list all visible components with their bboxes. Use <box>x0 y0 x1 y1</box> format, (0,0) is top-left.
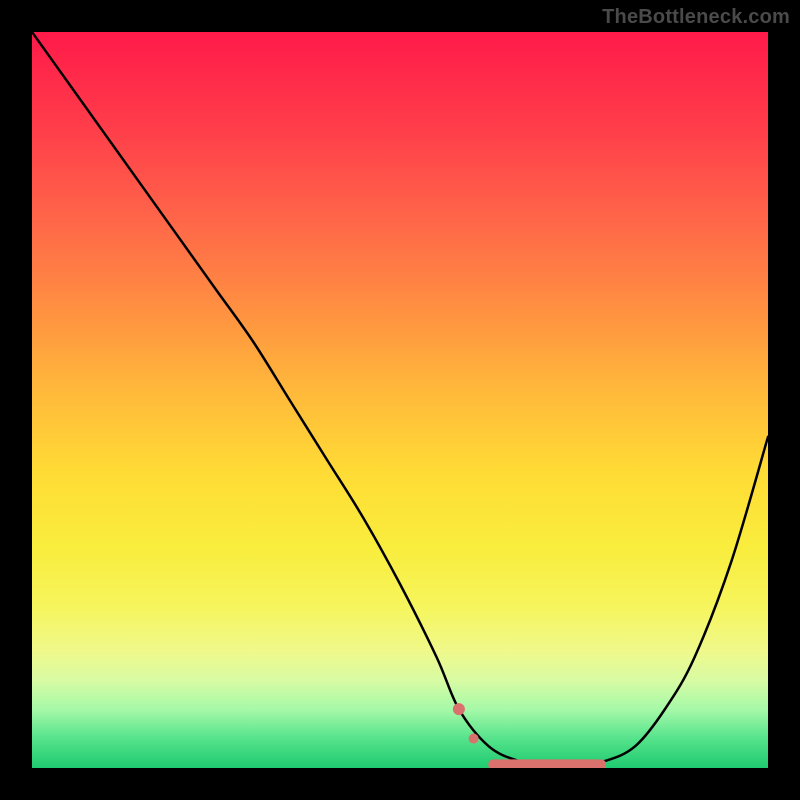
watermark-text: TheBottleneck.com <box>602 6 790 29</box>
plot-area <box>32 32 768 768</box>
chart-frame: TheBottleneck.com <box>0 0 800 800</box>
highlight-dot-0 <box>453 703 465 715</box>
highlight-dot-1 <box>469 734 479 744</box>
highlight-plateau <box>488 759 606 768</box>
bottleneck-curve-svg <box>32 32 768 768</box>
bottleneck-curve-path <box>32 32 768 765</box>
